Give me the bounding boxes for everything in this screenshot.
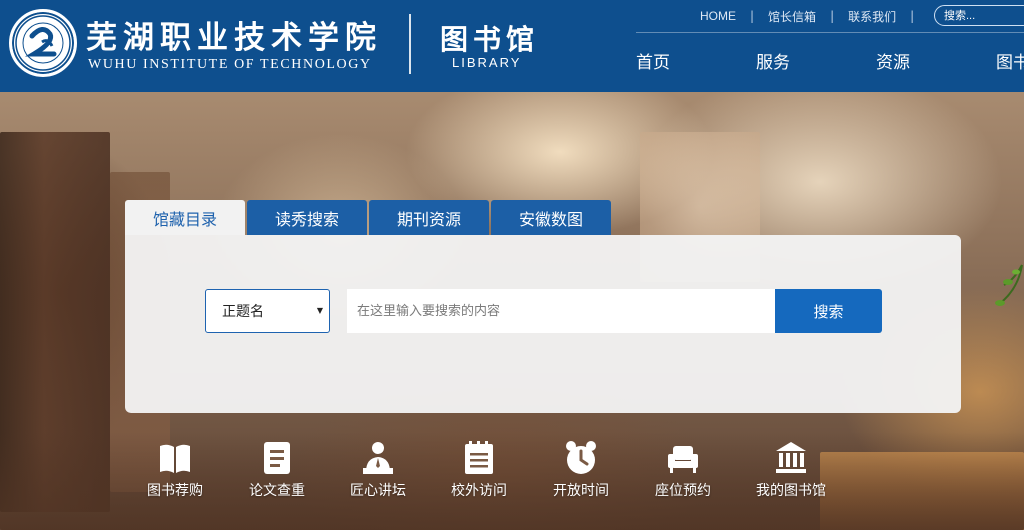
quick-link-label: 校外访问 [451, 483, 507, 499]
header-rule [636, 32, 1024, 33]
quick-link-my-library[interactable]: 我的图书馆 [741, 440, 841, 500]
quick-link-book-recommend[interactable]: 图书荐购 [125, 440, 225, 500]
tab-duxiu[interactable]: 读秀搜索 [247, 200, 367, 235]
quick-link-label: 座位预约 [655, 483, 711, 499]
site-search-input[interactable] [934, 5, 1024, 26]
top-link-contact[interactable]: 联系我们 [848, 8, 896, 25]
quick-link-opening-hours[interactable]: 开放时间 [531, 440, 631, 500]
nav-library[interactable]: 图书 [996, 48, 1024, 73]
quick-link-seat-booking[interactable]: 座位预约 [633, 440, 733, 500]
main-nav: 首页 服务 资源 图书 [636, 48, 1024, 78]
library-name-en: LIBRARY [452, 55, 522, 70]
search-button[interactable]: 搜索 [775, 289, 882, 333]
nav-home[interactable]: 首页 [636, 48, 670, 73]
header-divider [409, 14, 411, 74]
quick-link-label: 我的图书馆 [756, 483, 826, 499]
document-icon [264, 442, 290, 474]
tab-catalog[interactable]: 馆藏目录 [125, 200, 245, 235]
quick-link-plagiarism-check[interactable]: 论文查重 [227, 440, 327, 500]
search-tabs: 馆藏目录 读秀搜索 期刊资源 安徽数图 [125, 200, 613, 235]
school-name-en: WUHU INSTITUTE OF TECHNOLOGY [88, 57, 372, 72]
quick-link-label: 匠心讲坛 [350, 483, 406, 499]
top-link-separator: | [750, 9, 755, 23]
nav-resources[interactable]: 资源 [876, 48, 910, 73]
school-name-cn: 芜湖职业技术学院 [86, 20, 382, 56]
top-link-separator: | [830, 9, 835, 23]
lecturer-icon [363, 442, 393, 474]
armchair-icon [668, 446, 698, 473]
quick-link-label: 论文查重 [249, 483, 305, 499]
search-field-select[interactable]: 正题名 ▼ [205, 289, 330, 333]
plant-decoration [995, 264, 1023, 306]
school-seal-logo[interactable] [9, 9, 77, 77]
tab-anhui-digital-library[interactable]: 安徽数图 [491, 200, 611, 235]
quick-link-offcampus-access[interactable]: 校外访问 [429, 440, 529, 500]
quick-link-label: 图书荐购 [147, 483, 203, 499]
top-link-home[interactable]: HOME [700, 9, 736, 23]
alarm-clock-icon [566, 441, 596, 474]
search-panel: 正题名 ▼ 搜索 [125, 235, 961, 413]
quick-links: 图书荐购 论文查重 匠心讲坛 校外访问 开放时间 座位预约 我的图书馆 [0, 440, 1024, 530]
notepad-icon [465, 441, 493, 474]
quick-link-label: 开放时间 [553, 483, 609, 499]
catalog-search-input[interactable] [347, 289, 775, 333]
top-links: HOME | 馆长信箱 | 联系我们 | [700, 6, 928, 26]
search-field-value: 正题名 [222, 304, 264, 320]
tab-journals[interactable]: 期刊资源 [369, 200, 489, 235]
top-link-separator: | [910, 9, 915, 23]
quick-link-lecture-forum[interactable]: 匠心讲坛 [328, 440, 428, 500]
book-open-icon [160, 444, 190, 473]
nav-services[interactable]: 服务 [756, 48, 790, 73]
library-building-icon [776, 442, 806, 473]
site-header: 芜湖职业技术学院 WUHU INSTITUTE OF TECHNOLOGY 图书… [0, 0, 1024, 92]
dropdown-caret-icon: ▼ [316, 306, 323, 315]
top-link-director-mailbox[interactable]: 馆长信箱 [768, 8, 816, 25]
library-name-cn: 图书馆 [440, 23, 540, 56]
